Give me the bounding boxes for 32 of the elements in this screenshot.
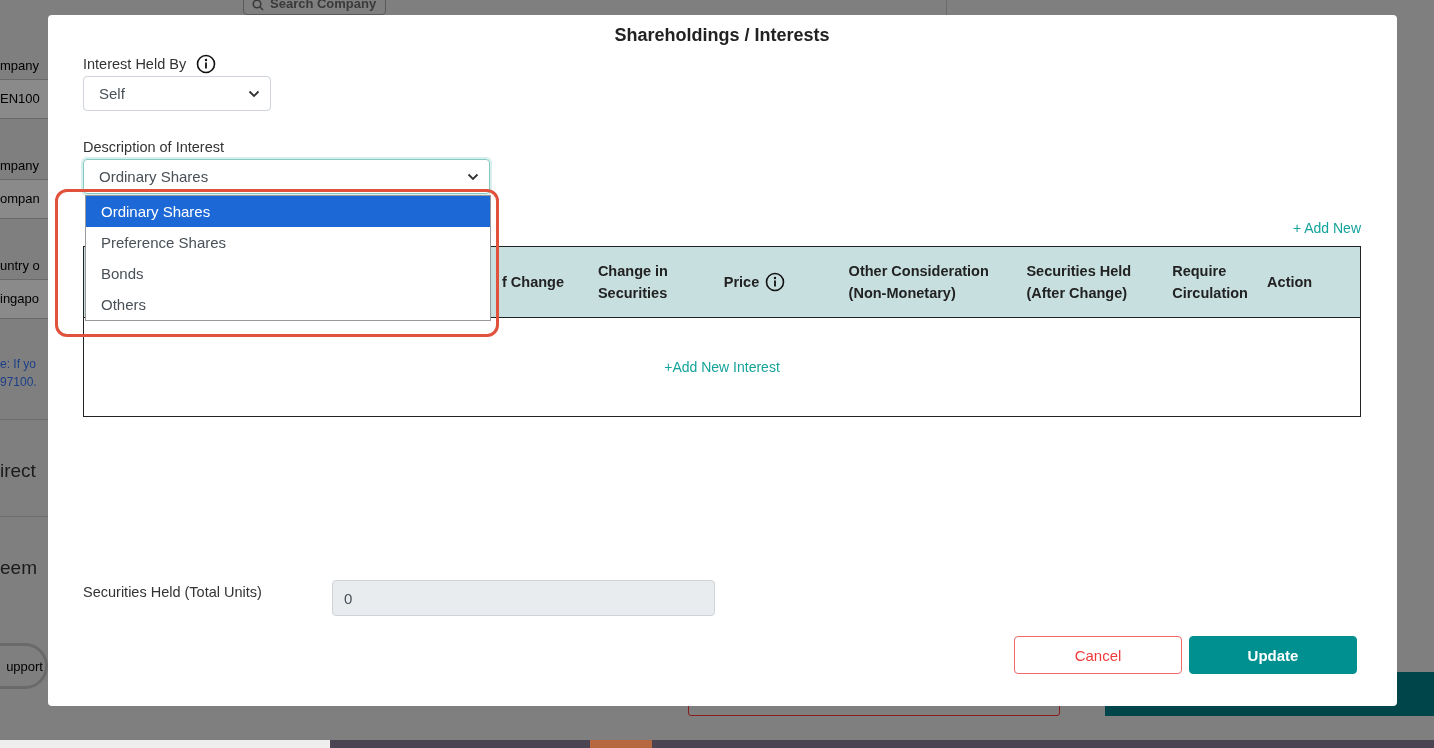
column-header: f Change [502, 273, 565, 292]
field-label: Interest Held By [83, 55, 187, 74]
column-header: Change in Securities [597, 262, 669, 303]
column-header: Price [723, 273, 760, 292]
field-label: mpany [0, 157, 41, 175]
note-text: e: If yo [0, 356, 38, 373]
add-new-link[interactable]: + Add New [1292, 220, 1361, 236]
note-text: 97100. [0, 374, 38, 391]
text-field[interactable]: EN100 [0, 79, 48, 119]
field-label: Description of Interest [83, 138, 226, 157]
chevron-down-icon [467, 172, 479, 181]
column-header: Require Circulation [1172, 262, 1249, 303]
accent-tab[interactable] [590, 740, 652, 748]
text-field[interactable]: ingapo [0, 279, 48, 319]
text-field[interactable]: ompan [0, 179, 48, 219]
field-label: untry o [0, 257, 41, 275]
modal-title: Shareholdings / Interests [613, 25, 831, 46]
dropdown-option[interactable]: Ordinary Shares [86, 196, 490, 227]
cancel-button[interactable]: Cancel [1014, 636, 1182, 674]
field-label: Securities Held (Total Units) [83, 583, 263, 600]
column-header: Other Consideration (Non-Monetary) [848, 262, 990, 303]
chevron-down-icon [248, 89, 260, 98]
interest-held-by-select[interactable]: Self [83, 76, 271, 111]
support-button[interactable]: upport [0, 643, 48, 689]
info-icon [196, 54, 217, 74]
add-new-interest-link[interactable]: +Add New Interest [664, 359, 780, 375]
search-icon [252, 0, 264, 11]
column-header: Action [1267, 273, 1313, 292]
total-units-field[interactable]: 0 [332, 580, 715, 616]
update-button[interactable]: Update [1189, 636, 1357, 674]
field-label: mpany [0, 57, 41, 75]
column-header: Securities Held (After Change) [1026, 262, 1133, 303]
